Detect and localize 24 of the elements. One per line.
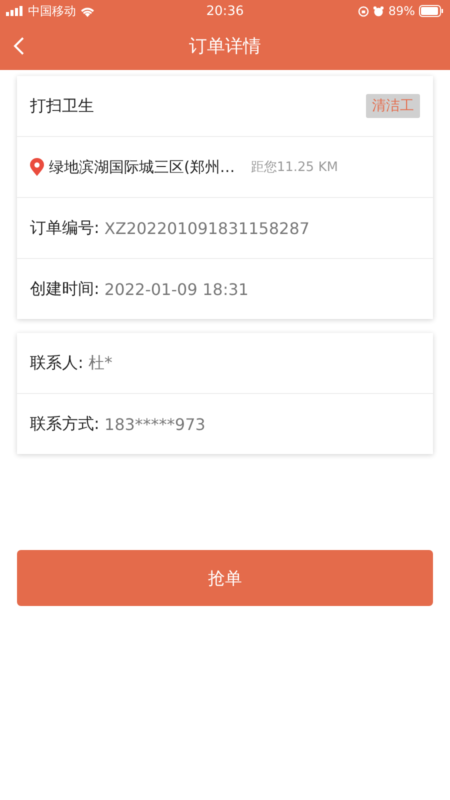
back-button[interactable]	[12, 36, 26, 56]
service-name: 打扫卫生	[30, 96, 95, 116]
back-chevron-icon	[13, 36, 25, 56]
location-pin-icon	[30, 158, 44, 176]
carrier-name: 中国移动	[28, 2, 76, 20]
field-label: 联系方式:	[30, 414, 100, 434]
battery-percent: 89%	[388, 4, 415, 18]
wifi-icon	[80, 6, 95, 16]
field-label: 联系人:	[30, 352, 84, 374]
field-value: 杜*	[88, 352, 112, 374]
field-value: 2022-01-09 18:31	[104, 280, 249, 298]
worker-tag: 清洁工	[366, 94, 420, 118]
field-value: 183*****973	[104, 414, 206, 434]
distance-text: 距您11.25 KM	[250, 159, 338, 176]
field-label: 创建时间:	[30, 278, 100, 300]
grab-order-button[interactable]: 抢单	[17, 550, 433, 606]
rotation-lock-icon	[358, 6, 370, 16]
signal-icon	[6, 6, 24, 16]
field-value: XZ202201091831158287	[104, 218, 310, 238]
battery-icon	[419, 5, 444, 17]
status-time: 20:36	[206, 4, 244, 18]
page-title: 订单详情	[189, 35, 261, 58]
address-text: 绿地滨湖国际城三区(郑州…	[49, 158, 235, 176]
field-label: 订单编号:	[30, 218, 100, 238]
